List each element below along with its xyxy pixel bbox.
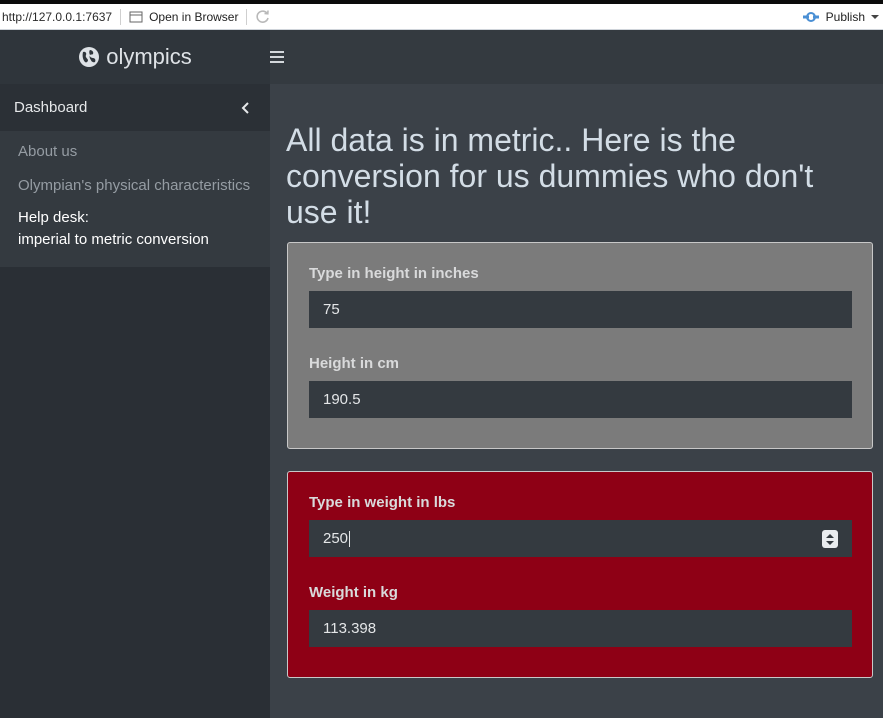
height-inches-value: 75 xyxy=(323,301,340,318)
hamburger-icon-bar xyxy=(270,56,284,58)
weight-lbs-value: 250 xyxy=(323,530,349,547)
number-stepper[interactable] xyxy=(822,530,838,548)
sidebar-item-help-desk[interactable]: Help desk: imperial to metric conversion xyxy=(0,203,270,259)
app-header: olympics xyxy=(0,30,883,84)
page-title: All data is in metric.. Here is the conv… xyxy=(286,122,814,230)
chevron-left-icon[interactable] xyxy=(240,101,250,115)
sidebar-submenu: About us Olympian's physical characteris… xyxy=(0,131,270,267)
browser-toolbar: http://127.0.0.1:7637 Open in Browser Pu… xyxy=(0,0,883,30)
height-conversion-box: Type in height in inches 75 Height in cm… xyxy=(287,242,873,449)
sidebar-item-label: Olympian's physical characteristics xyxy=(18,177,251,194)
main-content: All data is in metric.. Here is the conv… xyxy=(270,84,883,718)
weight-conversion-box: Type in weight in lbs 250 Weight in kg 1… xyxy=(287,471,873,678)
chevron-down-icon[interactable] xyxy=(871,14,879,20)
weight-lbs-label: Type in weight in lbs xyxy=(309,494,456,511)
height-inches-label: Type in height in inches xyxy=(309,265,479,282)
height-inches-input[interactable]: 75 xyxy=(309,291,852,328)
divider xyxy=(246,8,248,25)
globe-icon xyxy=(79,47,100,67)
text-caret xyxy=(349,530,351,547)
height-cm-output: 190.5 xyxy=(309,381,852,418)
sidebar-item-label: About us xyxy=(18,143,78,160)
brand-title: olympics xyxy=(106,44,192,69)
dashboard-label: Dashboard xyxy=(14,99,88,116)
sidebar: Dashboard About us Olympian's physical c… xyxy=(0,84,270,718)
weight-kg-value: 113.398 xyxy=(323,620,377,637)
publish-label: Publish xyxy=(825,9,865,24)
refresh-icon[interactable] xyxy=(255,9,271,25)
open-in-browser-label: Open in Browser xyxy=(149,9,239,24)
height-cm-value: 190.5 xyxy=(323,391,361,408)
divider xyxy=(120,8,122,25)
publish-icon xyxy=(802,11,819,22)
publish-button[interactable]: Publish xyxy=(802,10,883,24)
sidebar-item-label-line1: Help desk: xyxy=(18,209,89,226)
browser-window-icon xyxy=(129,11,143,22)
hamburger-icon-bar xyxy=(270,51,284,53)
url-text[interactable]: http://127.0.0.1:7637 xyxy=(0,10,112,24)
sidebar-item-label-line2: imperial to metric conversion xyxy=(18,231,209,248)
stepper-down-icon[interactable] xyxy=(826,540,834,545)
sidebar-item-physical-characteristics[interactable]: Olympian's physical characteristics xyxy=(0,169,270,203)
sidebar-toggle-button[interactable] xyxy=(270,30,298,84)
brand[interactable]: olympics xyxy=(0,30,270,84)
hamburger-icon-bar xyxy=(270,61,284,63)
weight-lbs-input[interactable]: 250 xyxy=(309,520,852,557)
weight-kg-output: 113.398 xyxy=(309,610,852,647)
stepper-up-icon[interactable] xyxy=(826,533,834,538)
open-in-browser-button[interactable]: Open in Browser xyxy=(129,10,238,24)
weight-kg-label: Weight in kg xyxy=(309,584,398,601)
sidebar-item-dashboard[interactable]: Dashboard xyxy=(0,84,270,131)
sidebar-item-about-us[interactable]: About us xyxy=(0,135,270,169)
height-cm-label: Height in cm xyxy=(309,355,400,372)
